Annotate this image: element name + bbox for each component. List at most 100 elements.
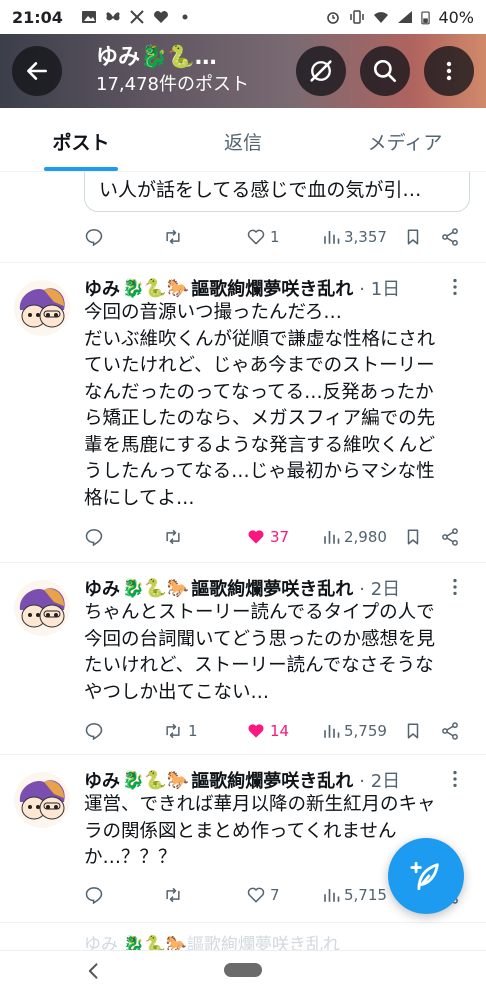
views-bar-chart-icon <box>324 531 340 544</box>
more-icon[interactable] <box>444 576 466 598</box>
author-name[interactable]: ゆみ <box>84 767 120 793</box>
avatar[interactable] <box>14 772 70 828</box>
tab-replies[interactable]: 返信 <box>162 108 324 171</box>
like-count: 7 <box>270 886 280 904</box>
views-button[interactable]: 5,715 <box>322 886 387 904</box>
wifi-icon <box>374 12 389 23</box>
view-count: 5,715 <box>344 886 387 904</box>
share-button[interactable] <box>440 721 460 741</box>
heart-outline-icon <box>247 229 265 245</box>
tweet-timestamp[interactable]: · 2日 <box>359 767 400 793</box>
repost-button[interactable] <box>162 885 188 905</box>
author-name[interactable]: ゆみ <box>84 275 120 301</box>
author-name-emoji: 🐉🐍🐎 <box>122 577 190 599</box>
tweet-divider <box>0 262 486 263</box>
nav-back-icon[interactable] <box>84 961 104 981</box>
tweet-line: 今回の台詞聞いてどう思ったのか感想を見 <box>84 628 435 650</box>
quoted-tweet-card[interactable]: い人が話をしてる感じで血の気が引… <box>84 172 470 212</box>
alarm-icon <box>327 12 340 24</box>
repost-icon <box>166 723 180 739</box>
like-count: 37 <box>270 528 290 546</box>
profile-header: ゆみ🐉🐍… 17,478件のポスト <box>0 34 486 108</box>
views-button[interactable]: 5,759 <box>322 722 387 740</box>
like-button[interactable]: 37 <box>246 527 289 547</box>
more-icon[interactable] <box>444 768 466 790</box>
share-button[interactable] <box>440 527 460 547</box>
like-count: 14 <box>270 722 290 740</box>
more-icon[interactable] <box>444 276 466 298</box>
views-bar-chart-icon <box>324 725 340 738</box>
repost-button[interactable]: 1 <box>162 721 198 741</box>
reply-icon <box>85 887 103 905</box>
x-icon <box>130 10 144 24</box>
heart-filled-icon <box>248 724 264 738</box>
battery-level: 40% <box>438 7 474 27</box>
image-icon <box>81 11 96 23</box>
profile-tabs: ポスト 返信 メディア <box>0 108 486 172</box>
bookmark-button[interactable] <box>404 227 422 247</box>
reply-icon <box>85 723 103 741</box>
avatar-illustration <box>14 280 70 336</box>
author-display-suffix: 謳歌絢爛夢咲き乱れ <box>191 579 354 600</box>
like-button[interactable]: 1 <box>246 227 280 247</box>
repost-icon <box>166 529 180 545</box>
bookmark-icon <box>407 723 419 739</box>
share-button[interactable] <box>440 227 460 247</box>
like-button[interactable]: 7 <box>246 885 280 905</box>
tweet-line: ら矯正したのなら、メガスフィア編での先 <box>84 408 436 429</box>
like-count: 1 <box>270 228 280 246</box>
avatar[interactable] <box>14 580 70 636</box>
bookmark-button[interactable] <box>404 527 422 547</box>
reply-button[interactable] <box>84 885 104 905</box>
tweet-line: やつしか出てこない… <box>84 681 270 703</box>
status-time: 21:04 <box>12 7 63 27</box>
reply-button[interactable] <box>84 721 104 741</box>
repost-button[interactable] <box>162 227 188 247</box>
tweet-line: 今回の音源いつ撮ったんだろ… <box>84 302 342 323</box>
profile-name: ゆみ🐉🐍… <box>96 45 217 70</box>
back-button[interactable] <box>12 46 62 96</box>
post-count: 17,478件のポスト <box>96 74 249 95</box>
author-name[interactable]: ゆみ <box>84 575 120 601</box>
feather-plus-icon <box>410 861 439 891</box>
timeline-feed[interactable]: い人が話をしてる感じで血の気が引… 1 3,357 ゆみ 🐉🐍🐎 謳歌絢爛夢咲き… <box>0 172 486 950</box>
share-icon <box>442 528 458 546</box>
bookmark-button[interactable] <box>404 721 422 741</box>
views-button[interactable]: 3,357 <box>322 228 387 246</box>
tweet-timestamp[interactable]: · 1日 <box>359 275 400 301</box>
more-options-button[interactable] <box>424 46 474 96</box>
avatar[interactable] <box>14 280 70 336</box>
search-icon <box>373 59 397 83</box>
tweet-timestamp[interactable]: · 2日 <box>359 575 400 601</box>
butterfly-icon <box>106 12 120 21</box>
views-bar-chart-icon <box>324 231 340 244</box>
heart-filled-icon <box>248 530 264 544</box>
repost-button[interactable] <box>162 527 188 547</box>
views-button[interactable]: 2,980 <box>322 528 387 546</box>
compose-post-button[interactable] <box>388 838 464 914</box>
battery-icon <box>421 11 431 24</box>
like-button[interactable]: 14 <box>246 721 289 741</box>
view-count: 3,357 <box>344 228 387 246</box>
tweet-line: 輩を馬鹿にするような発言する維吹くんど <box>84 434 436 456</box>
tweet-line: なんだったのってなってる…反発あったか <box>84 381 434 403</box>
tweet-header: ゆみ 🐉🐍🐎 謳歌絢爛夢咲き乱れ · 2日 <box>84 574 466 602</box>
author-display-suffix: 謳歌絢爛夢咲き乱れ <box>191 279 354 300</box>
share-icon <box>442 722 458 740</box>
arrow-left-icon <box>27 62 47 80</box>
tweet-actions: 37 2,980 <box>84 524 464 550</box>
view-count: 2,980 <box>344 528 387 546</box>
nav-home-pill[interactable] <box>224 963 262 977</box>
tweet-line: だいぶ維吹くんが従順で謙虚な性格にされ <box>84 328 436 350</box>
search-button[interactable] <box>360 46 410 96</box>
repost-icon <box>166 229 180 245</box>
tab-posts[interactable]: ポスト <box>0 108 162 171</box>
grok-button[interactable] <box>296 46 346 96</box>
tweet-text: ちゃんとストーリー読んでるタイプの人で 今回の台詞聞いてどう思ったのか感想を見 … <box>84 600 474 706</box>
reply-button[interactable] <box>84 227 104 247</box>
reply-button[interactable] <box>84 527 104 547</box>
bookmark-icon <box>407 229 419 245</box>
tweet-line: 格にしてよ… <box>84 487 195 509</box>
tab-media[interactable]: メディア <box>324 108 486 171</box>
system-navigation-bar <box>0 950 486 1000</box>
